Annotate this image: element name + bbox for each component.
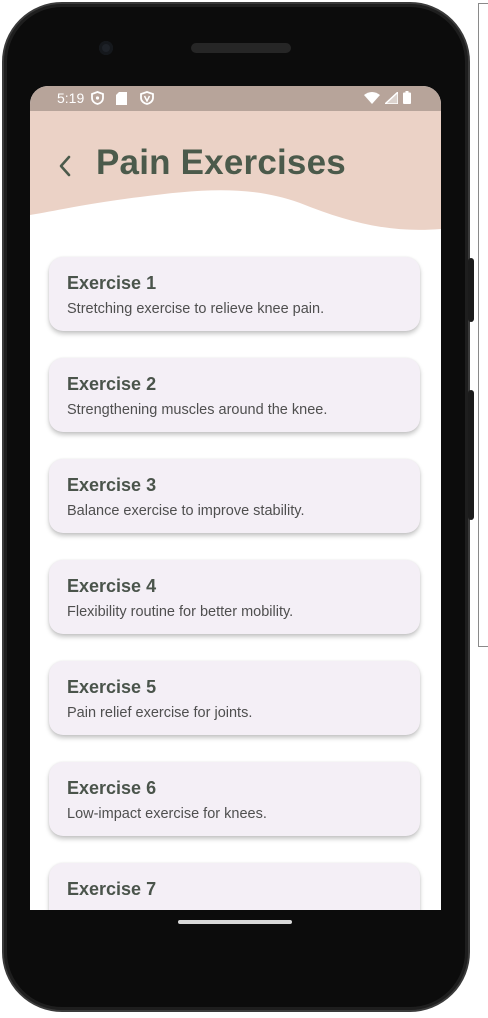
page-title: Pain Exercises [96,143,346,182]
exercise-card-3[interactable]: Exercise 3 Balance exercise to improve s… [49,459,420,533]
exercise-title: Exercise 4 [67,576,157,596]
exercise-description: Pain relief exercise for joints. [67,705,253,721]
screenshot-page: 5:19 Pain Exercises Exercise 1 Stretchin… [0,0,488,1018]
earpiece-speaker [191,43,291,53]
app-screen: 5:19 Pain Exercises Exercise 1 Stretchin… [30,86,441,910]
sd-card-icon [116,91,127,105]
exercise-card-1[interactable]: Exercise 1 Stretching exercise to reliev… [49,257,420,331]
header: Pain Exercises [30,111,441,236]
exercise-title: Exercise 1 [67,273,157,293]
volume-button [468,390,474,520]
exercise-card-4[interactable]: Exercise 4 Flexibility routine for bette… [49,560,420,634]
power-button [468,258,474,322]
status-system-icons [364,91,411,104]
exercise-title: Exercise 5 [67,677,157,697]
exercise-description: Balance exercise to improve stability. [67,503,305,519]
status-bar: 5:19 [30,86,441,111]
exercise-card-6[interactable]: Exercise 6 Low-impact exercise for knees… [49,762,420,836]
back-button[interactable] [52,151,78,181]
exercise-card-7[interactable]: Exercise 7 [49,863,420,910]
exercise-card-5[interactable]: Exercise 5 Pain relief exercise for join… [49,661,420,735]
status-notification-icons [91,91,154,105]
exercise-description: Flexibility routine for better mobility. [67,604,294,620]
shield-icon [91,91,104,105]
home-indicator[interactable] [178,920,292,924]
exercise-description: Strengthening muscles around the knee. [67,402,328,418]
front-camera [99,41,113,55]
side-window-edge [478,3,488,647]
chevron-left-icon [59,155,71,177]
exercise-title: Exercise 3 [67,475,157,495]
exercise-description: Stretching exercise to relieve knee pain… [67,301,325,317]
battery-icon [403,91,411,104]
vpn-shield-icon [140,91,154,105]
wifi-icon [364,91,380,104]
exercise-title: Exercise 2 [67,374,157,394]
cellular-signal-icon [385,91,398,104]
exercise-card-2[interactable]: Exercise 2 Strengthening muscles around … [49,358,420,432]
exercise-description: Low-impact exercise for knees. [67,806,267,822]
exercise-title: Exercise 7 [67,879,157,899]
exercise-title: Exercise 6 [67,778,157,798]
status-time: 5:19 [57,90,85,106]
